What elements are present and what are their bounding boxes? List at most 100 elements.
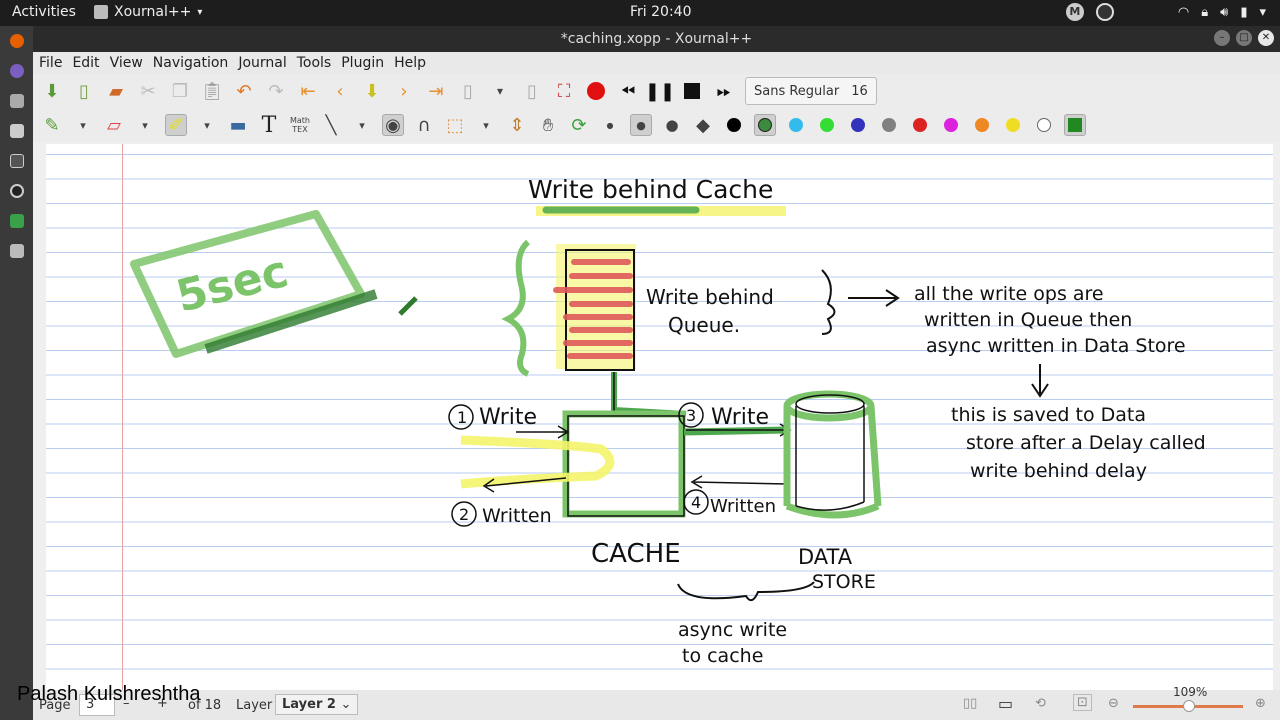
undo-icon[interactable]: ↶	[233, 80, 255, 102]
cut-icon[interactable]: ✂	[137, 80, 159, 102]
paste-icon[interactable]: 📋︎	[201, 80, 224, 102]
chevron-down-icon[interactable]: ▾	[475, 114, 497, 136]
new-page-icon[interactable]: ▯	[457, 80, 479, 102]
menu-help[interactable]: Help	[392, 52, 434, 74]
minimize-button[interactable]: –	[1214, 30, 1230, 46]
medium-size-icon[interactable]: ●	[630, 114, 652, 136]
obs-icon[interactable]	[1095, 3, 1114, 21]
first-page-icon[interactable]: ⇤	[297, 80, 319, 102]
zoom-out-icon[interactable]: ⊖	[1108, 696, 1119, 711]
rotate-icon[interactable]: ⟲	[1035, 696, 1046, 711]
chevron-down-icon: ▾	[197, 6, 203, 18]
menu-view[interactable]: View	[108, 52, 151, 74]
menu-tools[interactable]: Tools	[295, 52, 340, 74]
menu-bar: File Edit View Navigation Journal Tools …	[33, 52, 1280, 74]
step-3-label: Write	[711, 405, 769, 430]
color-custom[interactable]	[1064, 114, 1086, 136]
redo-icon[interactable]: ↷	[265, 80, 287, 102]
spreadsheet-icon[interactable]	[9, 214, 24, 228]
window-title-bar[interactable]: *caching.xopp - Xournal++ – □ ✕	[33, 26, 1280, 52]
maximize-button[interactable]: □	[1236, 30, 1252, 46]
pen-icon[interactable]: ✎	[41, 114, 63, 136]
close-button[interactable]: ✕	[1258, 30, 1274, 46]
eraser-icon[interactable]: ▱	[103, 114, 125, 136]
chevron-down-icon[interactable]: ▾	[134, 114, 156, 136]
hand-icon[interactable]: ✋︎	[537, 114, 559, 136]
new-document-icon[interactable]: ▯	[73, 80, 95, 102]
color-light-blue[interactable]	[785, 114, 807, 136]
thick-size-icon[interactable]: ●	[661, 114, 683, 136]
volume-icon: 🔊︎	[1220, 4, 1229, 20]
zoom-slider-handle[interactable]	[1183, 700, 1195, 712]
line-tool-icon[interactable]: ╲	[320, 114, 342, 136]
app-menu[interactable]: Xournal++ ▾	[94, 4, 202, 20]
chevron-down-icon[interactable]: ▾	[351, 114, 373, 136]
zoom-in-icon[interactable]: ⊕	[1255, 696, 1266, 711]
zoom-fit-icon[interactable]: ⊡	[1073, 694, 1092, 711]
color-magenta[interactable]	[940, 114, 962, 136]
last-page-icon[interactable]: ⇥	[425, 80, 447, 102]
power-menu-icon[interactable]: ▾	[1259, 5, 1266, 20]
color-white[interactable]	[1033, 114, 1055, 136]
refresh-icon[interactable]: ⟳	[568, 114, 590, 136]
rewind-icon[interactable]: ⏪︎	[617, 80, 639, 102]
step-4-label: Written	[710, 496, 776, 517]
color-yellow[interactable]	[1002, 114, 1024, 136]
emacs-icon[interactable]	[9, 64, 24, 78]
math-tex-icon[interactable]: Math TEX	[289, 114, 311, 136]
previous-page-icon[interactable]: ‹	[329, 80, 351, 102]
highlighter-icon[interactable]: ✐	[165, 114, 187, 136]
text-tool-icon[interactable]: T	[258, 113, 280, 138]
image-icon[interactable]: ▬	[227, 114, 249, 136]
menu-navigation[interactable]: Navigation	[151, 52, 237, 74]
activities-button[interactable]: Activities	[12, 4, 76, 20]
font-selector[interactable]: Sans Regular 16	[745, 77, 877, 105]
color-orange[interactable]	[971, 114, 993, 136]
clock[interactable]: Fri 20:40	[630, 4, 691, 20]
pause-icon[interactable]: ❚❚	[645, 80, 675, 102]
save-icon[interactable]: ⬇	[41, 80, 63, 102]
chevron-down-icon[interactable]: ▾	[196, 114, 218, 136]
system-tray[interactable]: M ◠ 🔒︎ 🔊︎ ▮ ▾	[1065, 3, 1266, 21]
color-red[interactable]	[909, 114, 931, 136]
menu-plugin[interactable]: Plugin	[339, 52, 392, 74]
color-gray[interactable]	[878, 114, 900, 136]
menu-journal[interactable]: Journal	[236, 52, 294, 74]
avatar[interactable]: M	[1065, 3, 1084, 21]
vertical-space-icon[interactable]: ⇕	[506, 114, 528, 136]
files-icon[interactable]	[9, 94, 24, 108]
select-rect-icon[interactable]: ⬚	[444, 114, 466, 136]
fullscreen-icon[interactable]: ⛶	[553, 80, 575, 102]
obs-dock-icon[interactable]	[9, 184, 24, 198]
menu-edit[interactable]: Edit	[70, 52, 107, 74]
layout-presentation-icon[interactable]: ▭	[998, 694, 1013, 713]
terminal-icon[interactable]	[9, 154, 24, 168]
goto-page-icon[interactable]: ⬇	[361, 80, 383, 102]
data-store-label-1: DATA	[798, 545, 853, 569]
color-black[interactable]	[723, 114, 745, 136]
fill-icon[interactable]: ◆	[692, 114, 714, 136]
xournal-window: *caching.xopp - Xournal++ – □ ✕ File Edi…	[33, 26, 1280, 720]
layout-single-icon[interactable]: ▯▯	[963, 696, 977, 711]
shape-recognizer-icon[interactable]: ◉	[382, 114, 404, 136]
layer-select[interactable]: Layer 2 ⌄	[275, 694, 359, 715]
record-icon[interactable]	[585, 80, 607, 102]
firefox-icon[interactable]	[9, 34, 24, 48]
delete-page-icon[interactable]: ▯	[521, 80, 543, 102]
menu-file[interactable]: File	[37, 52, 70, 74]
notebook-page[interactable]: 5sec Write behind Cache Write behind Que…	[46, 144, 1273, 690]
magnet-icon[interactable]: ∩	[413, 114, 435, 136]
fine-size-icon[interactable]: ●	[599, 114, 621, 136]
copy-icon[interactable]: ❐	[169, 80, 191, 102]
chevron-down-icon[interactable]: ▾	[489, 80, 511, 102]
xournal-dock-icon[interactable]	[9, 244, 24, 258]
next-page-icon[interactable]: ›	[393, 80, 415, 102]
open-icon[interactable]: ▰	[105, 80, 127, 102]
stop-icon[interactable]	[681, 80, 703, 102]
color-dark-green[interactable]	[754, 114, 776, 136]
color-light-green[interactable]	[816, 114, 838, 136]
chevron-down-icon[interactable]: ▾	[72, 114, 94, 136]
fast-forward-icon[interactable]: ⏩︎	[713, 80, 735, 102]
color-blue[interactable]	[847, 114, 869, 136]
calculator-icon[interactable]	[9, 124, 24, 138]
